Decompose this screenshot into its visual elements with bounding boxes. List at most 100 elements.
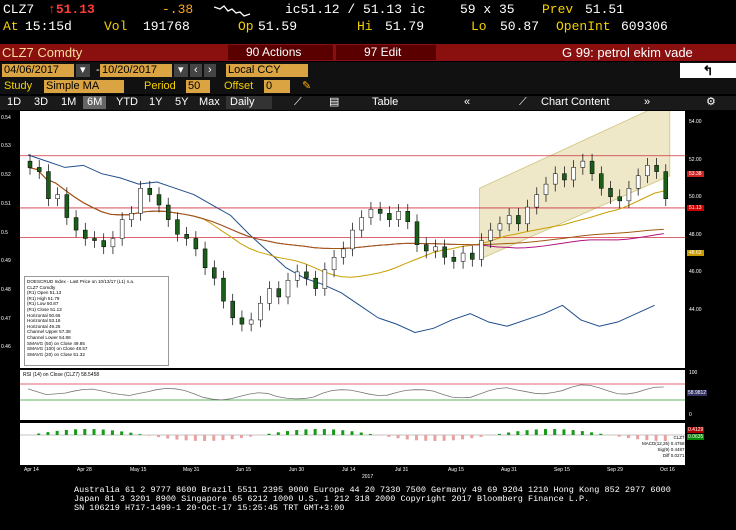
macd-bar	[322, 429, 326, 435]
prev-period-icon[interactable]: ‹	[190, 64, 202, 77]
x-tick: Jun 30	[289, 467, 305, 473]
candle-body	[322, 269, 328, 289]
at-label: At	[3, 19, 19, 34]
candle-body	[377, 208, 383, 214]
range-3d[interactable]: 3D	[30, 96, 52, 109]
candle-body	[138, 188, 143, 214]
back-arrow-icon[interactable]: ↰	[680, 63, 736, 78]
range-5y[interactable]: 5Y	[171, 96, 192, 109]
bid-ask-size: 59 x 35	[460, 2, 515, 17]
right-tick: 48.00	[689, 232, 702, 238]
candle-body	[285, 279, 291, 298]
end-date-input[interactable]: 10/20/2017	[100, 64, 172, 77]
draw-icon[interactable]: ⟋	[515, 96, 531, 109]
right-tick: 46.00	[689, 269, 702, 275]
range-max[interactable]: Max	[195, 96, 224, 109]
candle-icon[interactable]: ▤	[325, 96, 343, 109]
candle-body	[654, 165, 659, 172]
macd-bar	[497, 433, 501, 435]
candle-body	[193, 238, 199, 250]
study-label: Study	[4, 80, 33, 92]
macd-bar	[479, 435, 483, 437]
calendar-icon[interactable]: ▾	[76, 64, 90, 77]
candle-body	[101, 240, 106, 248]
candle-body	[635, 175, 641, 189]
macd-bar	[415, 435, 418, 441]
rsi-value: 58.9812	[687, 390, 708, 396]
macd-value: 0.0635	[687, 434, 705, 440]
footer-line: SN 106219 H717-1499-1 20-Oct-17 15:25:45…	[74, 503, 345, 513]
candle-body	[405, 211, 411, 222]
calendar-icon[interactable]: ▾	[174, 64, 188, 77]
collapse-icon[interactable]: «	[460, 96, 474, 109]
x-tick: Jul 14	[342, 467, 356, 473]
study-toolbar: Study Simple MA Period 50 Offset 0 ✎	[0, 79, 736, 94]
rsi-tick: 100	[689, 370, 698, 376]
range-ytd[interactable]: YTD	[112, 96, 142, 109]
candle-body	[488, 229, 493, 241]
macd-bar	[55, 430, 59, 435]
x-tick: Sep 29	[607, 467, 623, 473]
expand-icon[interactable]: »	[640, 96, 654, 109]
high-label: Hi	[357, 19, 373, 34]
candle-body	[341, 248, 346, 258]
offset-input[interactable]: 0	[264, 80, 290, 93]
candle-body	[442, 246, 447, 258]
pencil-icon[interactable]: ✎	[298, 80, 315, 93]
table-button[interactable]: Table	[368, 96, 402, 109]
candle-body	[580, 160, 586, 168]
macd-bar	[193, 435, 197, 441]
range-1m[interactable]: 1M	[57, 96, 80, 109]
macd-value: 0.4129	[687, 427, 705, 433]
macd-bar	[461, 435, 465, 440]
candle-body	[433, 246, 438, 252]
next-period-icon[interactable]: ›	[204, 64, 216, 77]
macd-bar	[617, 435, 621, 437]
left-axis: 0.54 0.53 0.52 0.51 0.5 0.49 0.48 0.47 0…	[0, 111, 20, 368]
price-chart[interactable]: DOESCRUD Index - Last Price on 10/13/17 …	[20, 111, 685, 368]
study-select[interactable]: Simple MA	[44, 80, 124, 93]
candle-body	[304, 271, 309, 279]
ticker[interactable]: CLZ7	[3, 1, 34, 18]
candle-body	[55, 194, 60, 200]
period-input[interactable]: 50	[186, 80, 210, 93]
currency-select[interactable]: Local CCY	[226, 64, 308, 77]
macd-bar	[544, 429, 547, 435]
range-1y[interactable]: 1Y	[145, 96, 166, 109]
frequency-select[interactable]: Daily	[226, 96, 272, 109]
gear-icon[interactable]: ⚙	[702, 96, 720, 109]
macd-bar	[249, 435, 253, 437]
left-tick: 0.53	[1, 143, 11, 149]
chart-content-button[interactable]: Chart Content	[537, 96, 613, 109]
candle-body	[212, 267, 217, 279]
rsi-line	[27, 384, 664, 401]
range-6m[interactable]: 6M	[83, 96, 107, 109]
edit-menu[interactable]: 97 Edit	[336, 45, 436, 60]
security-toolbar: CLZ7 Comdty 90 Actions 97 Edit G 99: pet…	[0, 44, 736, 61]
candle-body	[184, 234, 189, 239]
range-toolbar: 1D 3D 1M 6M YTD 1Y 5Y Max Daily ⟋ ▤ Tabl…	[0, 96, 736, 110]
security-name[interactable]: CLZ7 Comdty	[2, 45, 82, 60]
rsi-tick: 0	[689, 412, 692, 418]
candle-body	[83, 229, 88, 239]
macd-panel[interactable]: CLZ7 MACD(12,26) 0.4758 Sig(9) 0.4487 Di…	[20, 423, 685, 465]
candle-body	[599, 173, 604, 189]
candle-body	[571, 167, 576, 181]
macd-bar	[396, 435, 400, 439]
rsi-panel[interactable]: RSI (14) on Close (CLZ7) 58.5458	[20, 370, 685, 420]
net-change: -.38	[162, 2, 194, 17]
candle-body	[516, 215, 521, 225]
macd-bar	[295, 430, 299, 435]
actions-menu[interactable]: 90 Actions	[228, 45, 333, 60]
start-date-input[interactable]: 04/06/2017	[2, 64, 74, 77]
rsi-axis: 100 58.9812 0	[685, 370, 736, 420]
candle-body	[387, 213, 392, 220]
macd-bar	[110, 430, 114, 435]
macd-bar	[175, 435, 179, 440]
macd-bar	[46, 432, 50, 435]
candle-body	[368, 208, 374, 218]
range-1d[interactable]: 1D	[3, 96, 25, 109]
x-axis-year: 2017	[362, 474, 374, 480]
line-chart-icon[interactable]: ⟋	[290, 96, 306, 109]
candle-body	[460, 252, 466, 262]
